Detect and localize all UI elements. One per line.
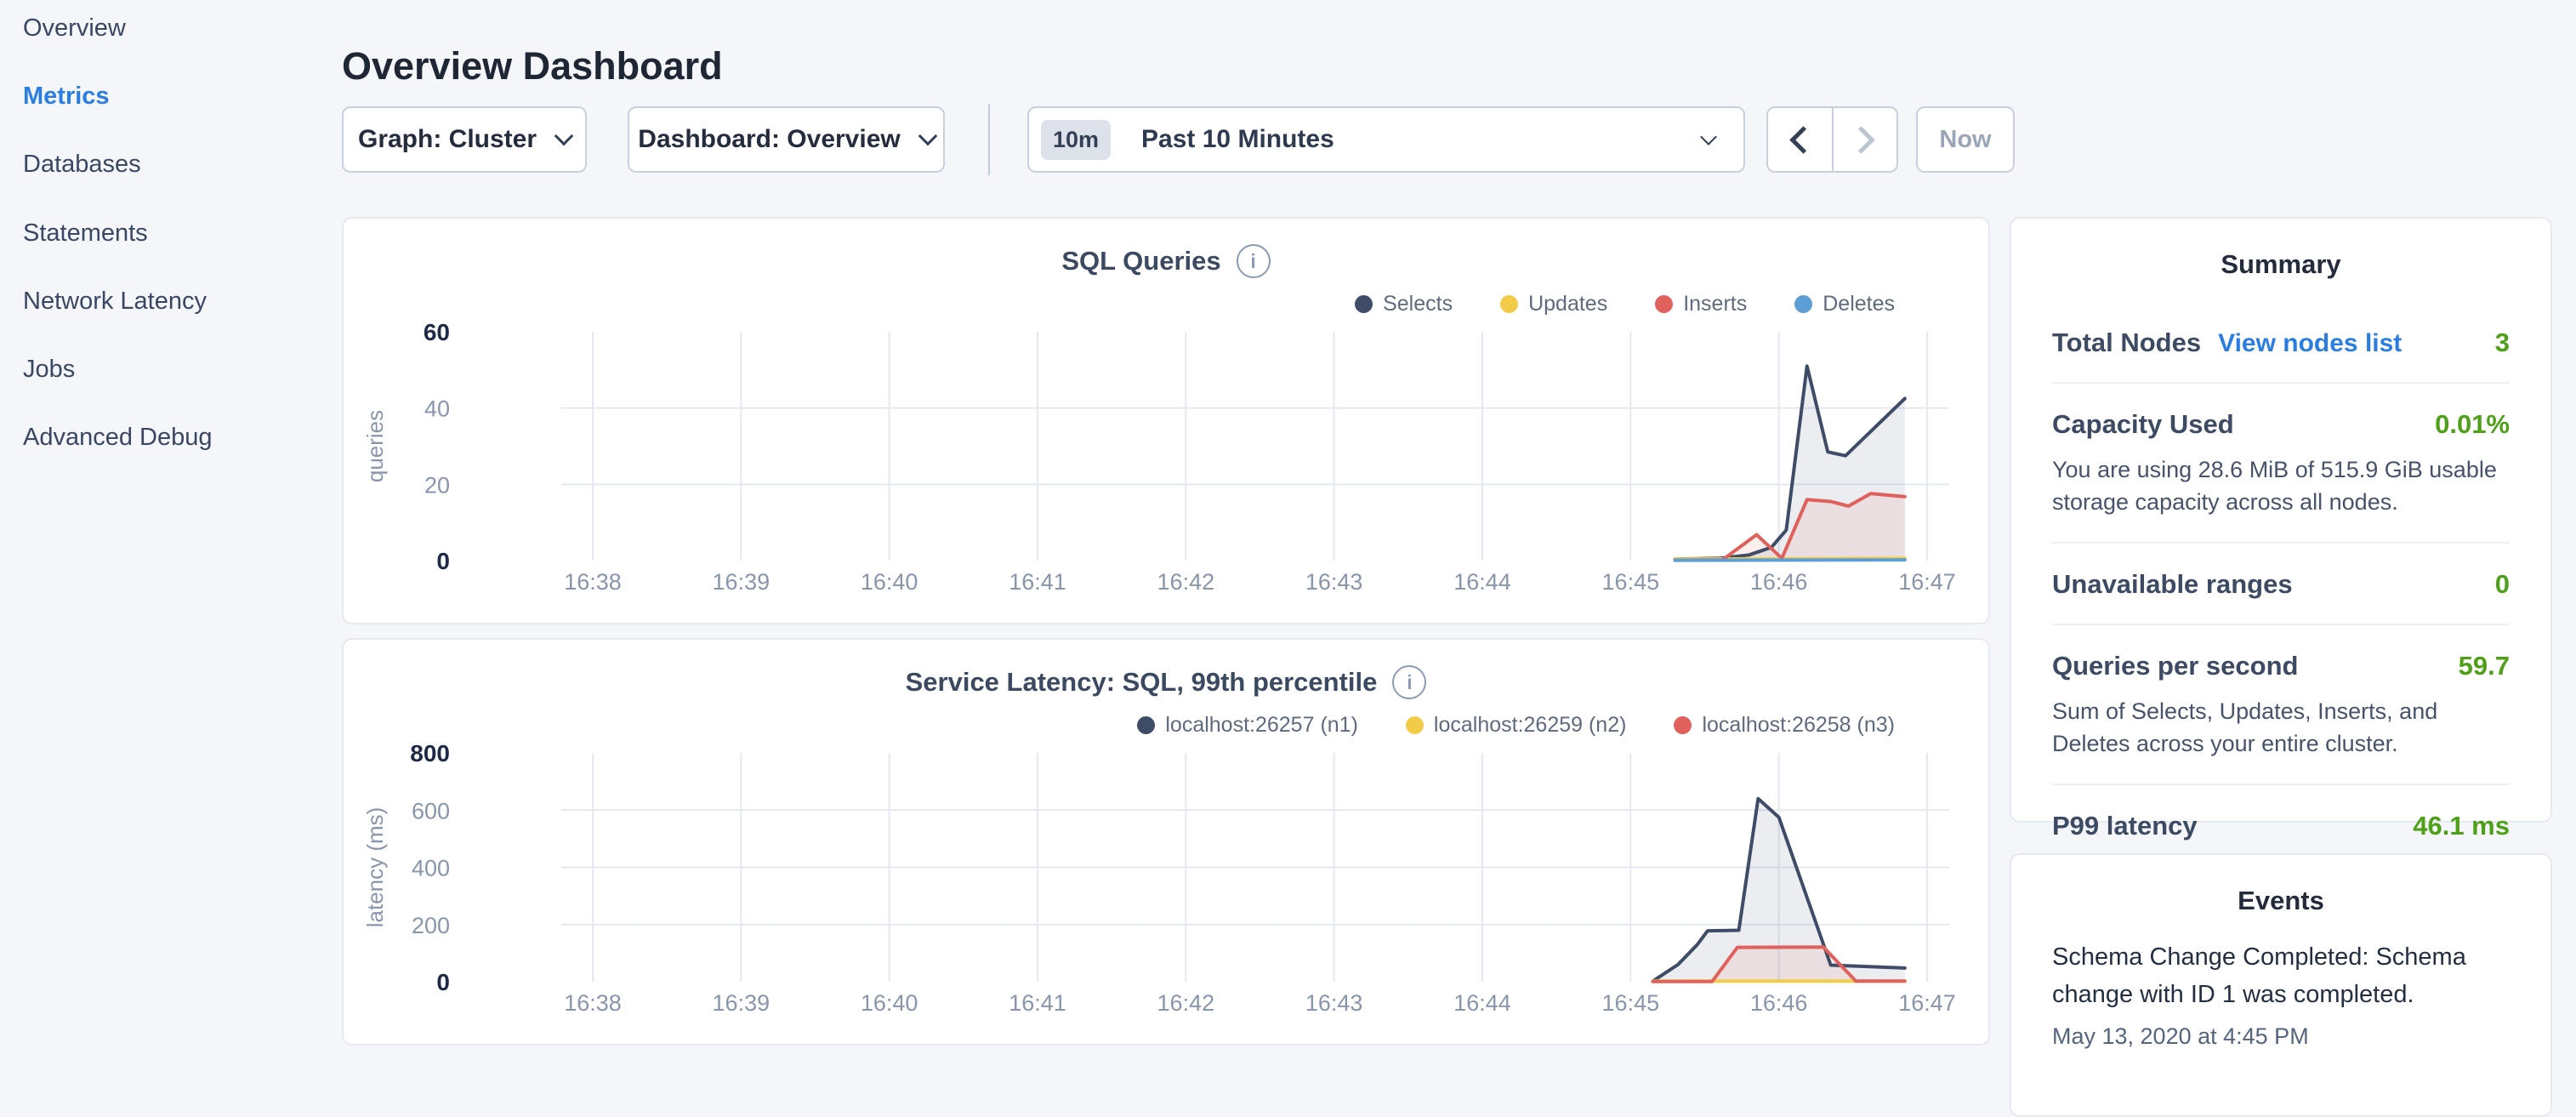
- chevron-left-icon: [1789, 126, 1817, 154]
- sidebar-item-advanced-debug[interactable]: Advanced Debug: [23, 424, 213, 452]
- summary-value: 0: [2495, 569, 2510, 600]
- time-window-label: Past 10 Minutes: [1141, 125, 1334, 154]
- sidebar-item-metrics[interactable]: Metrics: [23, 83, 110, 111]
- events-panel: Events Schema Change Completed: Schema c…: [2010, 853, 2552, 1117]
- svg-text:60: 60: [424, 319, 450, 345]
- summary-label: Total Nodes: [2052, 328, 2201, 358]
- summary-value: 59.7: [2459, 651, 2510, 681]
- service-latency-chart[interactable]: 16:38 16:39 16:40 16:41 16:42 16:43 16:44 16:45…: [344, 640, 1992, 1047]
- svg-text:16:40: 16:40: [861, 990, 918, 1016]
- svg-text:16:46: 16:46: [1750, 569, 1808, 595]
- svg-text:16:47: 16:47: [1898, 569, 1956, 595]
- time-window-badge: 10m: [1041, 120, 1111, 160]
- sidebar-item-databases[interactable]: Databases: [23, 151, 141, 179]
- svg-text:16:39: 16:39: [713, 990, 771, 1016]
- summary-panel: Summary Total Nodes View nodes list 3 Ca…: [2010, 217, 2552, 823]
- summary-label: Queries per second: [2052, 651, 2298, 681]
- summary-value: 3: [2495, 328, 2510, 358]
- sql-queries-chart-card: SQL Queries i SelectsUpdatesInsertsDelet…: [342, 217, 1990, 624]
- svg-text:600: 600: [412, 798, 450, 824]
- svg-text:16:41: 16:41: [1009, 990, 1066, 1016]
- svg-text:0: 0: [436, 969, 450, 995]
- summary-description: You are using 28.6 MiB of 515.9 GiB usab…: [2052, 453, 2510, 518]
- dashboard-dropdown[interactable]: Dashboard: Overview: [628, 106, 945, 173]
- sidebar-item-overview[interactable]: Overview: [23, 14, 126, 43]
- sidebar-item-jobs[interactable]: Jobs: [23, 356, 75, 384]
- svg-text:40: 40: [424, 396, 450, 422]
- svg-text:16:40: 16:40: [861, 569, 918, 595]
- svg-text:16:38: 16:38: [564, 569, 622, 595]
- summary-description: Sum of Selects, Updates, Inserts, and De…: [2052, 695, 2510, 760]
- chevron-right-icon: [1847, 126, 1875, 154]
- graph-scope-dropdown[interactable]: Graph: Cluster: [342, 106, 587, 173]
- svg-text:16:39: 16:39: [713, 569, 771, 595]
- svg-text:16:43: 16:43: [1305, 990, 1363, 1016]
- summary-label: Capacity Used: [2052, 409, 2234, 440]
- summary-row-total-nodes: Total Nodes View nodes list 3: [2052, 302, 2510, 382]
- svg-text:0: 0: [436, 548, 450, 574]
- controls-divider: [988, 104, 990, 175]
- svg-text:16:41: 16:41: [1009, 569, 1066, 595]
- summary-label: P99 latency: [2052, 811, 2198, 841]
- svg-text:latency (ms): latency (ms): [362, 807, 388, 928]
- chevron-down-icon: [918, 127, 937, 146]
- graph-scope-label: Graph: Cluster: [358, 125, 537, 154]
- view-nodes-list-link[interactable]: View nodes list: [2218, 329, 2402, 358]
- summary-row-queries-per-second: Queries per second 59.7 Sum of Selects, …: [2052, 624, 2510, 784]
- time-window-dropdown[interactable]: 10m Past 10 Minutes: [1027, 106, 1745, 173]
- summary-row-capacity-used: Capacity Used 0.01% You are using 28.6 M…: [2052, 382, 2510, 542]
- summary-title: Summary: [2011, 219, 2550, 280]
- now-button[interactable]: Now: [1916, 106, 2015, 173]
- event-message: Schema Change Completed: Schema change w…: [2052, 938, 2510, 1013]
- svg-text:16:45: 16:45: [1602, 569, 1660, 595]
- time-step-buttons: [1766, 106, 1898, 173]
- service-latency-chart-card: Service Latency: SQL, 99th percentile i …: [342, 638, 1990, 1046]
- svg-text:400: 400: [412, 856, 450, 881]
- svg-text:16:44: 16:44: [1453, 990, 1511, 1016]
- sidebar: Overview Metrics Databases Statements Ne…: [0, 0, 342, 1051]
- svg-text:20: 20: [424, 472, 450, 498]
- svg-text:16:47: 16:47: [1898, 990, 1956, 1016]
- svg-text:16:38: 16:38: [564, 990, 622, 1016]
- summary-row-unavailable-ranges: Unavailable ranges 0: [2052, 542, 2510, 624]
- sql-queries-chart[interactable]: 16:38 16:39 16:40 16:41 16:42 16:43 16:44 16:45…: [344, 219, 1992, 626]
- page-title: Overview Dashboard: [342, 44, 723, 88]
- time-step-back-button[interactable]: [1768, 108, 1832, 171]
- event-timestamp: May 13, 2020 at 4:45 PM: [2052, 1023, 2510, 1050]
- chevron-down-icon: [554, 127, 574, 146]
- event-list-item: Schema Change Completed: Schema change w…: [2011, 916, 2550, 1050]
- summary-value: 46.1 ms: [2413, 811, 2510, 841]
- svg-text:16:46: 16:46: [1750, 990, 1808, 1016]
- time-step-forward-button[interactable]: [1832, 108, 1897, 171]
- svg-text:queries: queries: [362, 410, 388, 482]
- summary-value: 0.01%: [2435, 409, 2510, 440]
- svg-text:800: 800: [410, 740, 450, 767]
- svg-text:16:42: 16:42: [1157, 569, 1215, 595]
- events-title: Events: [2011, 855, 2550, 916]
- svg-text:16:42: 16:42: [1157, 990, 1215, 1016]
- sidebar-item-network-latency[interactable]: Network Latency: [23, 288, 207, 316]
- now-button-label: Now: [1939, 126, 1991, 154]
- svg-text:16:43: 16:43: [1305, 569, 1363, 595]
- svg-text:200: 200: [412, 913, 450, 938]
- sidebar-item-statements[interactable]: Statements: [23, 219, 148, 248]
- svg-text:16:44: 16:44: [1453, 569, 1511, 595]
- dashboard-label: Dashboard: Overview: [638, 125, 900, 154]
- summary-label: Unavailable ranges: [2052, 569, 2293, 600]
- chevron-down-icon: [1700, 128, 1717, 145]
- overview-dashboard-page: { "sidebar": { "items": [ {"label": "Ove…: [0, 0, 2576, 1051]
- svg-text:16:45: 16:45: [1602, 990, 1660, 1016]
